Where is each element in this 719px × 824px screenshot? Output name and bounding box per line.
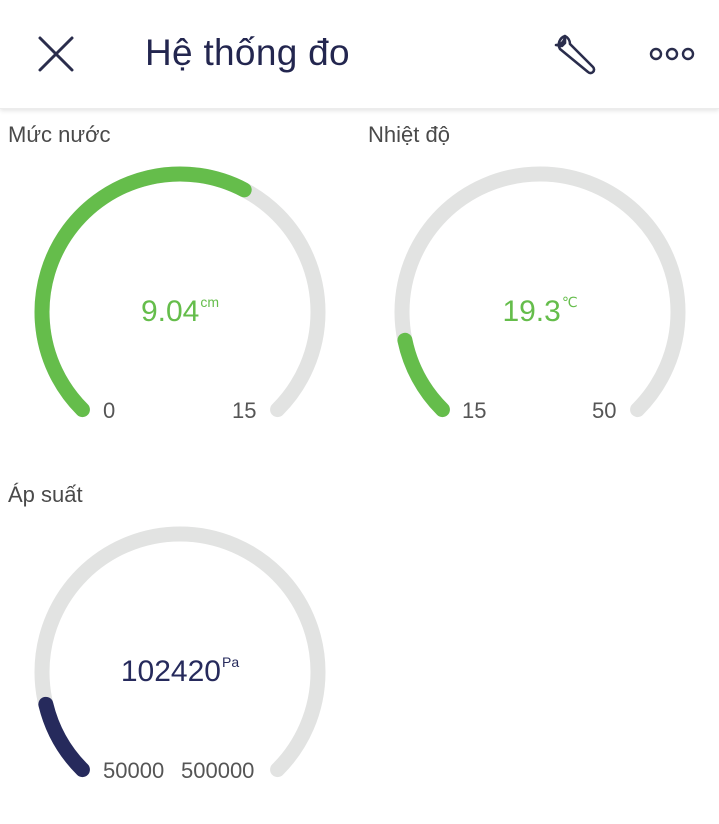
page-title: Hệ thống đo bbox=[145, 32, 350, 73]
gauge-temperature: Nhiệt độ 19.3℃ 15 50 bbox=[360, 122, 700, 442]
gauge-max: 15 bbox=[232, 398, 257, 423]
settings-tool-button[interactable] bbox=[552, 32, 600, 76]
gauge-value-number: 9.04 bbox=[140, 295, 200, 328]
gauge-water-level: Mức nước 9.04cm 0 15 bbox=[0, 122, 340, 442]
gauge-track bbox=[34, 526, 326, 778]
close-button[interactable] bbox=[36, 34, 76, 74]
gauge-value: 19.3℃ bbox=[360, 294, 719, 329]
gauge-value-number: 19.3 bbox=[502, 295, 561, 328]
close-icon bbox=[38, 36, 74, 72]
more-options-button[interactable] bbox=[648, 40, 696, 68]
gauge-track bbox=[394, 166, 686, 418]
gauge-fill bbox=[34, 166, 252, 418]
wrench-icon bbox=[554, 34, 596, 75]
gauge-dial bbox=[394, 166, 686, 418]
gauge-value-unit: Pa bbox=[221, 654, 240, 670]
gauge-dial bbox=[34, 526, 326, 778]
gauge-value: 102420Pa bbox=[0, 654, 360, 689]
more-options-icon bbox=[649, 47, 695, 61]
gauge-pressure: Áp suất 102420Pa 50000 500000 bbox=[0, 482, 340, 802]
gauge-value: 9.04cm bbox=[0, 294, 360, 329]
gauge-value-unit: cm bbox=[200, 294, 220, 310]
gauge-min: 15 bbox=[462, 398, 487, 423]
gauge-min: 50000 bbox=[103, 758, 165, 783]
gauge-fill bbox=[397, 332, 450, 418]
gauge-min: 0 bbox=[103, 398, 116, 423]
gauge-max: 500000 bbox=[181, 758, 255, 783]
gauge-value-number: 102420 bbox=[120, 655, 221, 688]
gauge-fill bbox=[38, 696, 90, 778]
gauge-value-unit: ℃ bbox=[561, 294, 578, 310]
app-header: Hệ thống đo bbox=[0, 0, 719, 109]
gauge-max: 50 bbox=[592, 398, 617, 423]
gauge-dial bbox=[34, 166, 326, 418]
